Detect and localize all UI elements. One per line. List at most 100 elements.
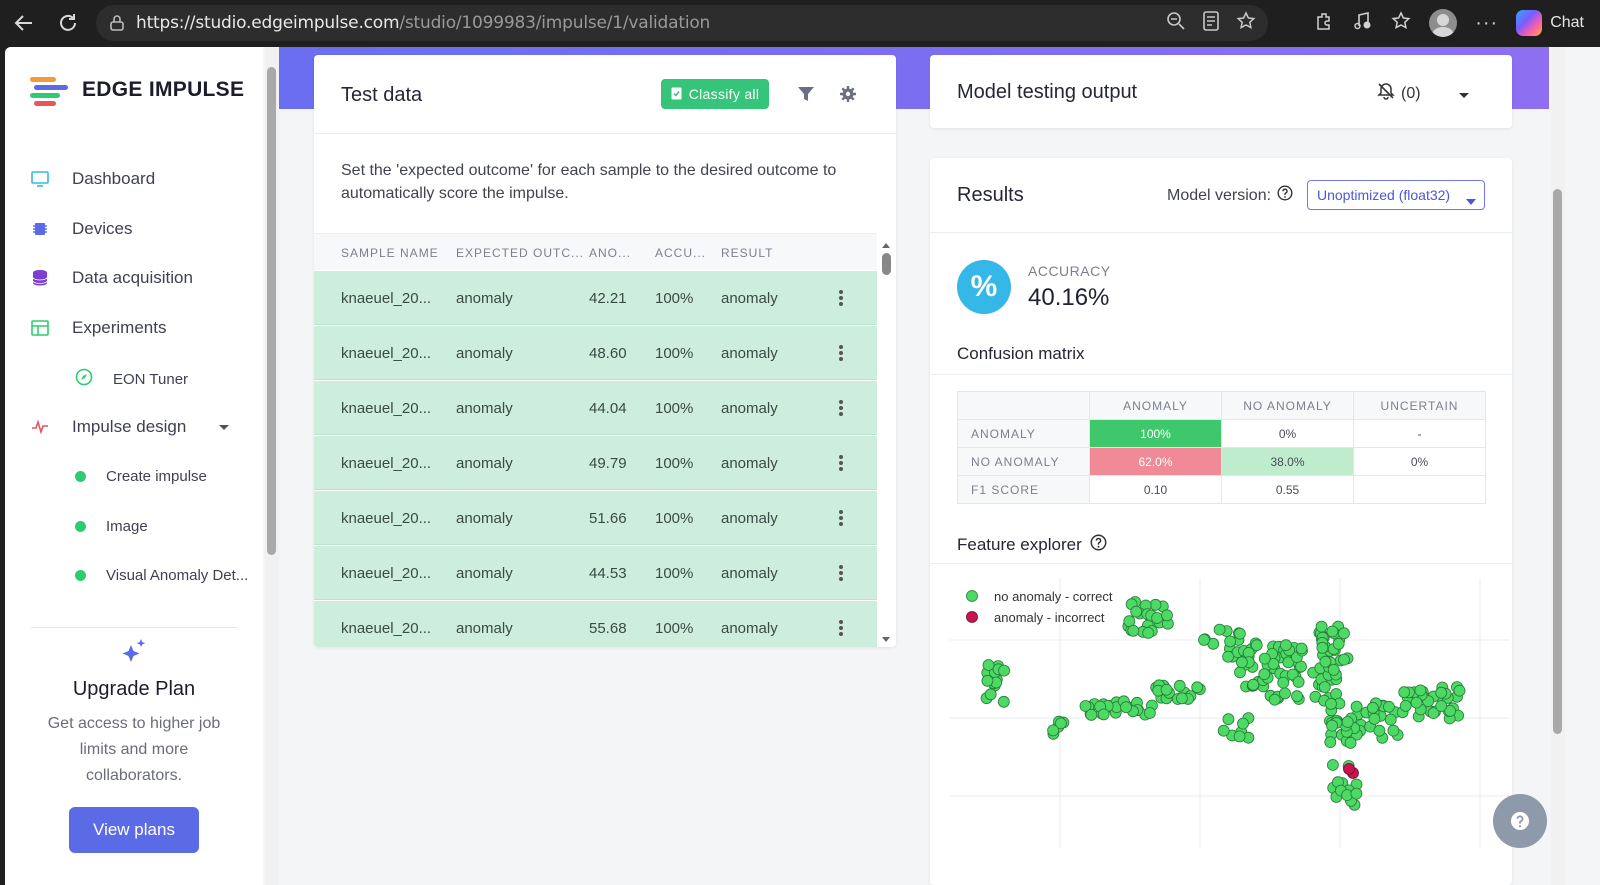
filter-icon[interactable]	[797, 85, 815, 108]
accuracy: 100%	[655, 565, 694, 582]
column-header[interactable]: SAMPLE NAME	[341, 246, 439, 260]
sidebar-item-data-acquisition[interactable]: Data acquisition	[30, 268, 193, 288]
sample-name: knaeuel_20...	[341, 400, 432, 417]
legend-label-incorrect: anomaly - incorrect	[994, 610, 1105, 625]
scatter-point-correct	[1327, 664, 1340, 676]
table-row[interactable]: knaeuel_20... anomaly 48.60 100% anomaly	[314, 326, 877, 380]
view-plans-button[interactable]: View plans	[69, 807, 199, 853]
back-arrow-icon[interactable]	[4, 3, 44, 43]
studio-app: EDGE IMPULSE Dashboard Devices Data acqu…	[5, 47, 1600, 885]
help-circle-icon[interactable]	[1090, 534, 1107, 556]
page-scrollbar-thumb[interactable]	[1553, 189, 1562, 734]
percent-icon: %	[957, 260, 1011, 314]
extensions-icon[interactable]	[1315, 11, 1335, 36]
address-bar[interactable]: https://studio.edgeimpulse.com/studio/10…	[96, 5, 1268, 41]
scatter-point-correct	[1326, 759, 1339, 771]
sidebar-item-devices[interactable]: Devices	[30, 219, 132, 239]
zoom-icon[interactable]	[1166, 11, 1186, 36]
cm-header: NO ANOMALY	[1221, 391, 1354, 420]
anomaly-score: 44.53	[589, 565, 627, 582]
model-version-select[interactable]: Unoptimized (float32)	[1307, 180, 1485, 210]
url-text: https://studio.edgeimpulse.com/studio/10…	[136, 13, 711, 33]
help-button[interactable]	[1493, 794, 1547, 848]
row-menu-icon[interactable]	[839, 510, 843, 526]
scatter-point-correct	[1237, 717, 1249, 730]
column-header[interactable]: ACCU...	[655, 246, 706, 260]
scatter-point-correct	[1233, 730, 1246, 743]
browser-toolbar: https://studio.edgeimpulse.com/studio/10…	[0, 0, 1600, 46]
notifications-toggle[interactable]: (0)	[1377, 82, 1421, 105]
card-divider	[930, 374, 1512, 375]
scatter-point-correct	[1382, 700, 1395, 713]
cm-cell: 100%	[1089, 419, 1222, 448]
scatter-point-correct	[1384, 713, 1397, 726]
help-circle-icon[interactable]	[1277, 185, 1293, 206]
sidebar-item-eon-tuner[interactable]: EON Tuner	[75, 368, 188, 390]
model-testing-output-panel: Model testing output (0)	[930, 55, 1512, 128]
feature-explorer-scatter[interactable]: no anomaly - correct anomaly - incorrect	[950, 578, 1510, 848]
gear-icon[interactable]	[839, 85, 857, 108]
table-row[interactable]: knaeuel_20... anomaly 42.21 100% anomaly	[314, 271, 877, 325]
favorites-icon[interactable]	[1391, 10, 1411, 36]
expected-outcome: anomaly	[456, 400, 513, 417]
cm-cell: 0%	[1221, 419, 1354, 448]
cm-cell: 62.0%	[1089, 447, 1222, 476]
table-scrollbar[interactable]	[879, 240, 893, 645]
sidebar-item-image[interactable]: Image	[75, 518, 148, 535]
row-menu-icon[interactable]	[839, 565, 843, 581]
scatter-point-correct	[1258, 652, 1271, 665]
chat-button[interactable]: Chat	[1516, 10, 1584, 36]
row-menu-icon[interactable]	[839, 290, 843, 306]
sidebar-item-dashboard[interactable]: Dashboard	[30, 169, 155, 189]
chevron-down-icon[interactable]	[218, 417, 230, 437]
classify-all-button[interactable]: Classify all	[661, 79, 769, 109]
scatter-point-correct	[1160, 683, 1173, 696]
sidebar-item-experiments[interactable]: Experiments	[30, 318, 166, 338]
scatter-point-correct	[1399, 700, 1412, 712]
row-menu-icon[interactable]	[839, 455, 843, 471]
brand-logo[interactable]: EDGE IMPULSE	[30, 75, 244, 106]
table-row[interactable]: knaeuel_20... anomaly 51.66 100% anomaly	[314, 491, 877, 545]
sidebar-item-impulse-design[interactable]: Impulse design	[30, 417, 230, 437]
table-row[interactable]: knaeuel_20... anomaly 49.79 100% anomaly	[314, 436, 877, 490]
reload-icon[interactable]	[48, 3, 88, 43]
table-row[interactable]: knaeuel_20... anomaly 55.68 100% anomaly	[314, 601, 877, 647]
chevron-down-icon[interactable]	[1458, 87, 1470, 105]
column-header[interactable]: EXPECTED OUTC...	[456, 246, 584, 260]
more-icon[interactable]: ···	[1475, 12, 1498, 35]
table-row[interactable]: knaeuel_20... anomaly 44.04 100% anomaly	[314, 381, 877, 435]
sidebar-scrollbar-thumb[interactable]	[267, 67, 276, 555]
scatter-point-correct	[1414, 684, 1427, 697]
row-menu-icon[interactable]	[839, 620, 843, 636]
row-menu-icon[interactable]	[839, 345, 843, 361]
scatter-point-correct	[1318, 681, 1331, 693]
column-header[interactable]: RESULT	[721, 246, 773, 260]
scatter-point-correct	[1344, 736, 1357, 749]
media-icon[interactable]	[1353, 11, 1373, 36]
cm-corner	[957, 391, 1090, 420]
output-title: Model testing output	[957, 81, 1138, 103]
chat-label: Chat	[1550, 14, 1584, 31]
favorite-star-icon[interactable]	[1236, 10, 1256, 36]
scatter-point-correct	[1250, 639, 1263, 652]
column-header[interactable]: ANO...	[589, 246, 631, 260]
sample-name: knaeuel_20...	[341, 345, 432, 362]
result: anomaly	[721, 455, 778, 472]
sidebar-item-label: Devices	[72, 219, 133, 238]
sidebar-item-label: Visual Anomaly Det...	[106, 567, 249, 584]
row-menu-icon[interactable]	[839, 400, 843, 416]
sidebar-item-create-impulse[interactable]: Create impulse	[75, 468, 207, 485]
legend-marker-correct	[966, 590, 978, 602]
expected-outcome: anomaly	[456, 565, 513, 582]
table-row[interactable]: knaeuel_20... anomaly 44.53 100% anomaly	[314, 546, 877, 600]
lock-icon	[110, 15, 126, 31]
profile-avatar[interactable]	[1429, 9, 1458, 37]
scatter-point-correct	[1325, 698, 1337, 710]
expected-outcome: anomaly	[456, 620, 513, 637]
reader-icon[interactable]	[1202, 10, 1220, 36]
sidebar-item-visual-anomaly[interactable]: Visual Anomaly Det...	[75, 567, 248, 584]
database-icon	[30, 268, 50, 288]
accuracy-value: 40.16%	[1028, 284, 1110, 311]
cm-cell: 0.55	[1221, 475, 1354, 504]
table-scrollbar-thumb[interactable]	[882, 253, 891, 275]
